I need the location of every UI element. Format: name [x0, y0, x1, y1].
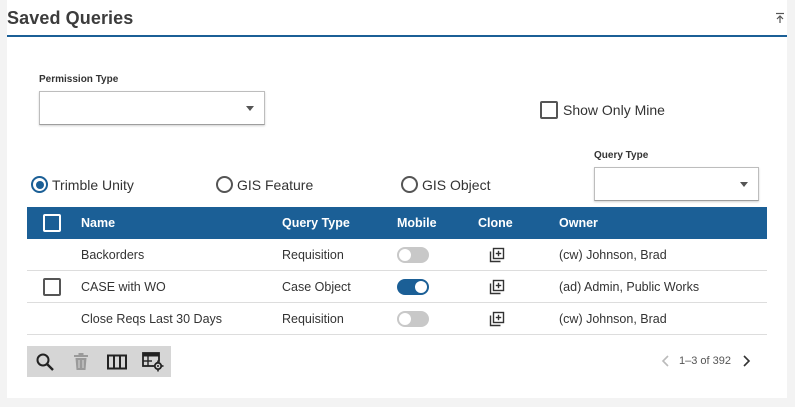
radio-gis-feature[interactable]: GIS Feature: [216, 176, 313, 193]
column-header-mobile[interactable]: Mobile: [397, 207, 437, 239]
chevron-down-icon: [246, 106, 254, 111]
mobile-toggle[interactable]: [397, 279, 429, 295]
column-header-owner[interactable]: Owner: [559, 207, 598, 239]
mobile-toggle[interactable]: [397, 247, 429, 263]
collapse-up-icon: [776, 12, 784, 23]
row-name: Close Reqs Last 30 Days: [81, 312, 223, 326]
search-button[interactable]: [27, 346, 63, 377]
table-row[interactable]: Close Reqs Last 30 Days Requisition (cw)…: [27, 303, 767, 335]
page-title: Saved Queries: [7, 8, 134, 28]
row-name: Backorders: [81, 248, 145, 262]
radio-gis-object[interactable]: GIS Object: [401, 176, 490, 193]
row-query-type: Requisition: [282, 248, 344, 262]
chevron-left-icon[interactable]: [659, 354, 673, 368]
chevron-down-icon: [740, 182, 748, 187]
clone-icon[interactable]: [489, 311, 505, 327]
select-all-checkbox[interactable]: [43, 214, 61, 232]
columns-icon: [107, 354, 127, 369]
columns-button[interactable]: [99, 346, 135, 377]
grid-settings-icon: [142, 351, 164, 371]
permission-type-select[interactable]: [39, 91, 265, 125]
show-only-mine-label: Show Only Mine: [563, 102, 665, 118]
radio-label: GIS Object: [422, 176, 491, 193]
delete-button[interactable]: [63, 346, 99, 377]
title-divider: [7, 35, 787, 37]
grid-settings-button[interactable]: [135, 346, 171, 377]
delete-icon: [74, 352, 88, 370]
radio-unselected-icon: [401, 176, 418, 193]
row-owner: (cw) Johnson, Brad: [559, 248, 667, 262]
column-header-clone[interactable]: Clone: [478, 207, 513, 239]
table-row[interactable]: Backorders Requisition (cw) Johnson, Bra…: [27, 239, 767, 271]
radio-trimble-unity[interactable]: Trimble Unity: [31, 176, 134, 193]
row-owner: (cw) Johnson, Brad: [559, 312, 667, 326]
query-type-label: Query Type: [594, 150, 649, 161]
permission-type-label: Permission Type: [39, 74, 119, 85]
show-only-mine-checkbox[interactable]: Show Only Mine: [540, 101, 665, 119]
clone-icon[interactable]: [489, 279, 505, 295]
radio-label: Trimble Unity: [52, 176, 134, 193]
row-name: CASE with WO: [81, 280, 166, 294]
row-checkbox[interactable]: [43, 278, 61, 296]
column-header-name[interactable]: Name: [81, 207, 115, 239]
row-query-type: Case Object: [282, 280, 351, 294]
radio-unselected-icon: [216, 176, 233, 193]
grid-toolbar: [27, 346, 171, 377]
saved-queries-grid: Name Query Type Mobile Clone Owner Backo…: [27, 207, 767, 335]
query-type-select[interactable]: [594, 167, 759, 201]
pagination: 1–3 of 392: [659, 354, 753, 368]
radio-selected-icon: [31, 176, 48, 193]
search-icon: [36, 353, 54, 371]
column-header-query-type[interactable]: Query Type: [282, 207, 350, 239]
collapse-panel-button[interactable]: [775, 12, 787, 26]
chevron-right-icon[interactable]: [739, 354, 753, 368]
pagination-text: 1–3 of 392: [679, 355, 731, 367]
row-query-type: Requisition: [282, 312, 344, 326]
grid-header: Name Query Type Mobile Clone Owner: [27, 207, 767, 239]
checkbox-icon[interactable]: [540, 101, 558, 119]
table-row[interactable]: CASE with WO Case Object (ad) Admin, Pub…: [27, 271, 767, 303]
mobile-toggle[interactable]: [397, 311, 429, 327]
row-owner: (ad) Admin, Public Works: [559, 280, 700, 294]
saved-queries-panel: Saved Queries Permission Type Show Only …: [7, 0, 787, 398]
clone-icon[interactable]: [489, 247, 505, 263]
radio-label: GIS Feature: [237, 176, 314, 193]
